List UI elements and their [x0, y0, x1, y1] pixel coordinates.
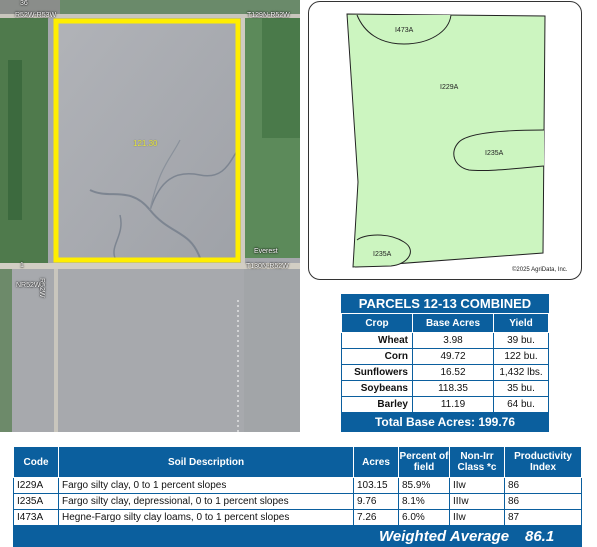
yield: 122 bu. — [493, 348, 549, 365]
base-acres: 49.72 — [412, 348, 494, 365]
crop-base-table: Crop Base Acres Yield Wheat 3.98 39 bu. … — [341, 313, 549, 413]
soil-description-table: Code Soil Description Acres Percent of f… — [13, 446, 582, 547]
soil-table: Code Soil Description Acres Percent of f… — [13, 446, 582, 547]
table-row: Wheat 3.98 39 bu. — [341, 332, 549, 349]
soil-acres: 103.15 — [353, 477, 399, 494]
base-acres: 11.19 — [412, 396, 494, 413]
soil-productivity: 86 — [504, 477, 582, 494]
soil-class: IIw — [449, 477, 505, 494]
aerial-image — [0, 0, 300, 432]
col-header-soil-description: Soil Description — [58, 446, 354, 478]
crop-name: Wheat — [341, 332, 413, 349]
soil-description: Fargo silty clay, depressional, 0 to 1 p… — [58, 493, 354, 510]
weighted-average-label: Weighted Average — [379, 528, 510, 545]
table-header-row: Code Soil Description Acres Percent of f… — [13, 446, 582, 478]
soil-acres: 9.76 — [353, 493, 399, 510]
table-header-row: Crop Base Acres Yield — [341, 313, 549, 333]
soil-label-i229a: I229A — [440, 84, 459, 91]
crop-name: Corn — [341, 348, 413, 365]
weighted-average-bar: Weighted Average 86.1 — [13, 525, 582, 547]
soil-class: IIw — [449, 509, 505, 526]
soil-class: IIIw — [449, 493, 505, 510]
col-header-percent: Percent of field — [398, 446, 450, 478]
yield: 35 bu. — [493, 380, 549, 397]
col-header-yield: Yield — [493, 313, 549, 333]
road-label-left: NR52W — [16, 282, 41, 289]
weighted-average-row: Weighted Average 86.1 — [13, 525, 582, 547]
weighted-average-value: 86.1 — [525, 528, 555, 545]
road-marker: 1 — [20, 262, 24, 269]
total-base-acres: Total Base Acres: 199.76 — [341, 413, 549, 432]
soil-acres: 7.26 — [353, 509, 399, 526]
col-header-productivity: Productivity Index — [504, 446, 582, 478]
soil-productivity: 86 — [504, 493, 582, 510]
aerial-photo: 36 R52W-R53W T129N-R52W Everest T130N-R5… — [0, 0, 300, 432]
col-header-acres: Acres — [353, 446, 399, 478]
table-row: Corn 49.72 122 bu. — [341, 348, 549, 365]
parcels-table: PARCELS 12-13 COMBINED Crop Base Acres Y… — [341, 294, 549, 432]
table-row: I235A Fargo silty clay, depressional, 0 … — [13, 493, 582, 510]
col-header-code: Code — [13, 446, 59, 478]
parcels-title: PARCELS 12-13 COMBINED — [341, 294, 549, 313]
base-acres: 3.98 — [412, 332, 494, 349]
table-row: Barley 11.19 64 bu. — [341, 396, 549, 413]
crop-name: Barley — [341, 396, 413, 413]
soil-map-drawing — [346, 13, 546, 268]
soil-code: I473A — [13, 509, 59, 526]
section-number: 36 — [20, 0, 28, 7]
table-row: I473A Hegne-Fargo silty clay loams, 0 to… — [13, 509, 582, 526]
col-header-nonirr-class: Non-Irr Class *c — [449, 446, 505, 478]
road-label-top-right: T129N-R52W — [247, 12, 290, 19]
base-acres: 16.52 — [412, 364, 494, 381]
soil-code: I235A — [13, 493, 59, 510]
yield: 64 bu. — [493, 396, 549, 413]
soil-productivity: 87 — [504, 509, 582, 526]
copyright-notice: ©2025 AgriData, Inc. — [512, 267, 568, 273]
table-row: Sunflowers 16.52 1,432 lbs. — [341, 364, 549, 381]
road-label-right: T130N-R52W — [246, 263, 289, 270]
soil-code: I229A — [13, 477, 59, 494]
soil-percent: 85.9% — [398, 477, 450, 494]
table-row: I229A Fargo silty clay, 0 to 1 percent s… — [13, 477, 582, 494]
soil-percent: 6.0% — [398, 509, 450, 526]
base-acres: 118.35 — [412, 380, 494, 397]
yield: 39 bu. — [493, 332, 549, 349]
table-row: Soybeans 118.35 35 bu. — [341, 380, 549, 397]
soil-percent: 8.1% — [398, 493, 450, 510]
town-label-everest: Everest — [254, 248, 278, 255]
yield: 1,432 lbs. — [493, 364, 549, 381]
road-label-top-left: R52W-R53W — [15, 12, 57, 19]
col-header-base-acres: Base Acres — [412, 313, 494, 333]
soil-description: Fargo silty clay, 0 to 1 percent slopes — [58, 477, 354, 494]
crop-name: Soybeans — [341, 380, 413, 397]
soil-label-i473a: I473A — [395, 27, 414, 34]
col-header-crop: Crop — [341, 313, 413, 333]
soil-map-panel: I473A I229A I235A I235A ©2025 AgriData, … — [308, 1, 582, 280]
field-acres-label: 121.30 — [133, 139, 158, 148]
soil-label-i235a-left: I235A — [373, 251, 392, 258]
soil-label-i235a-right: I235A — [485, 150, 504, 157]
soil-description: Hegne-Fargo silty clay loams, 0 to 1 per… — [58, 509, 354, 526]
crop-name: Sunflowers — [341, 364, 413, 381]
